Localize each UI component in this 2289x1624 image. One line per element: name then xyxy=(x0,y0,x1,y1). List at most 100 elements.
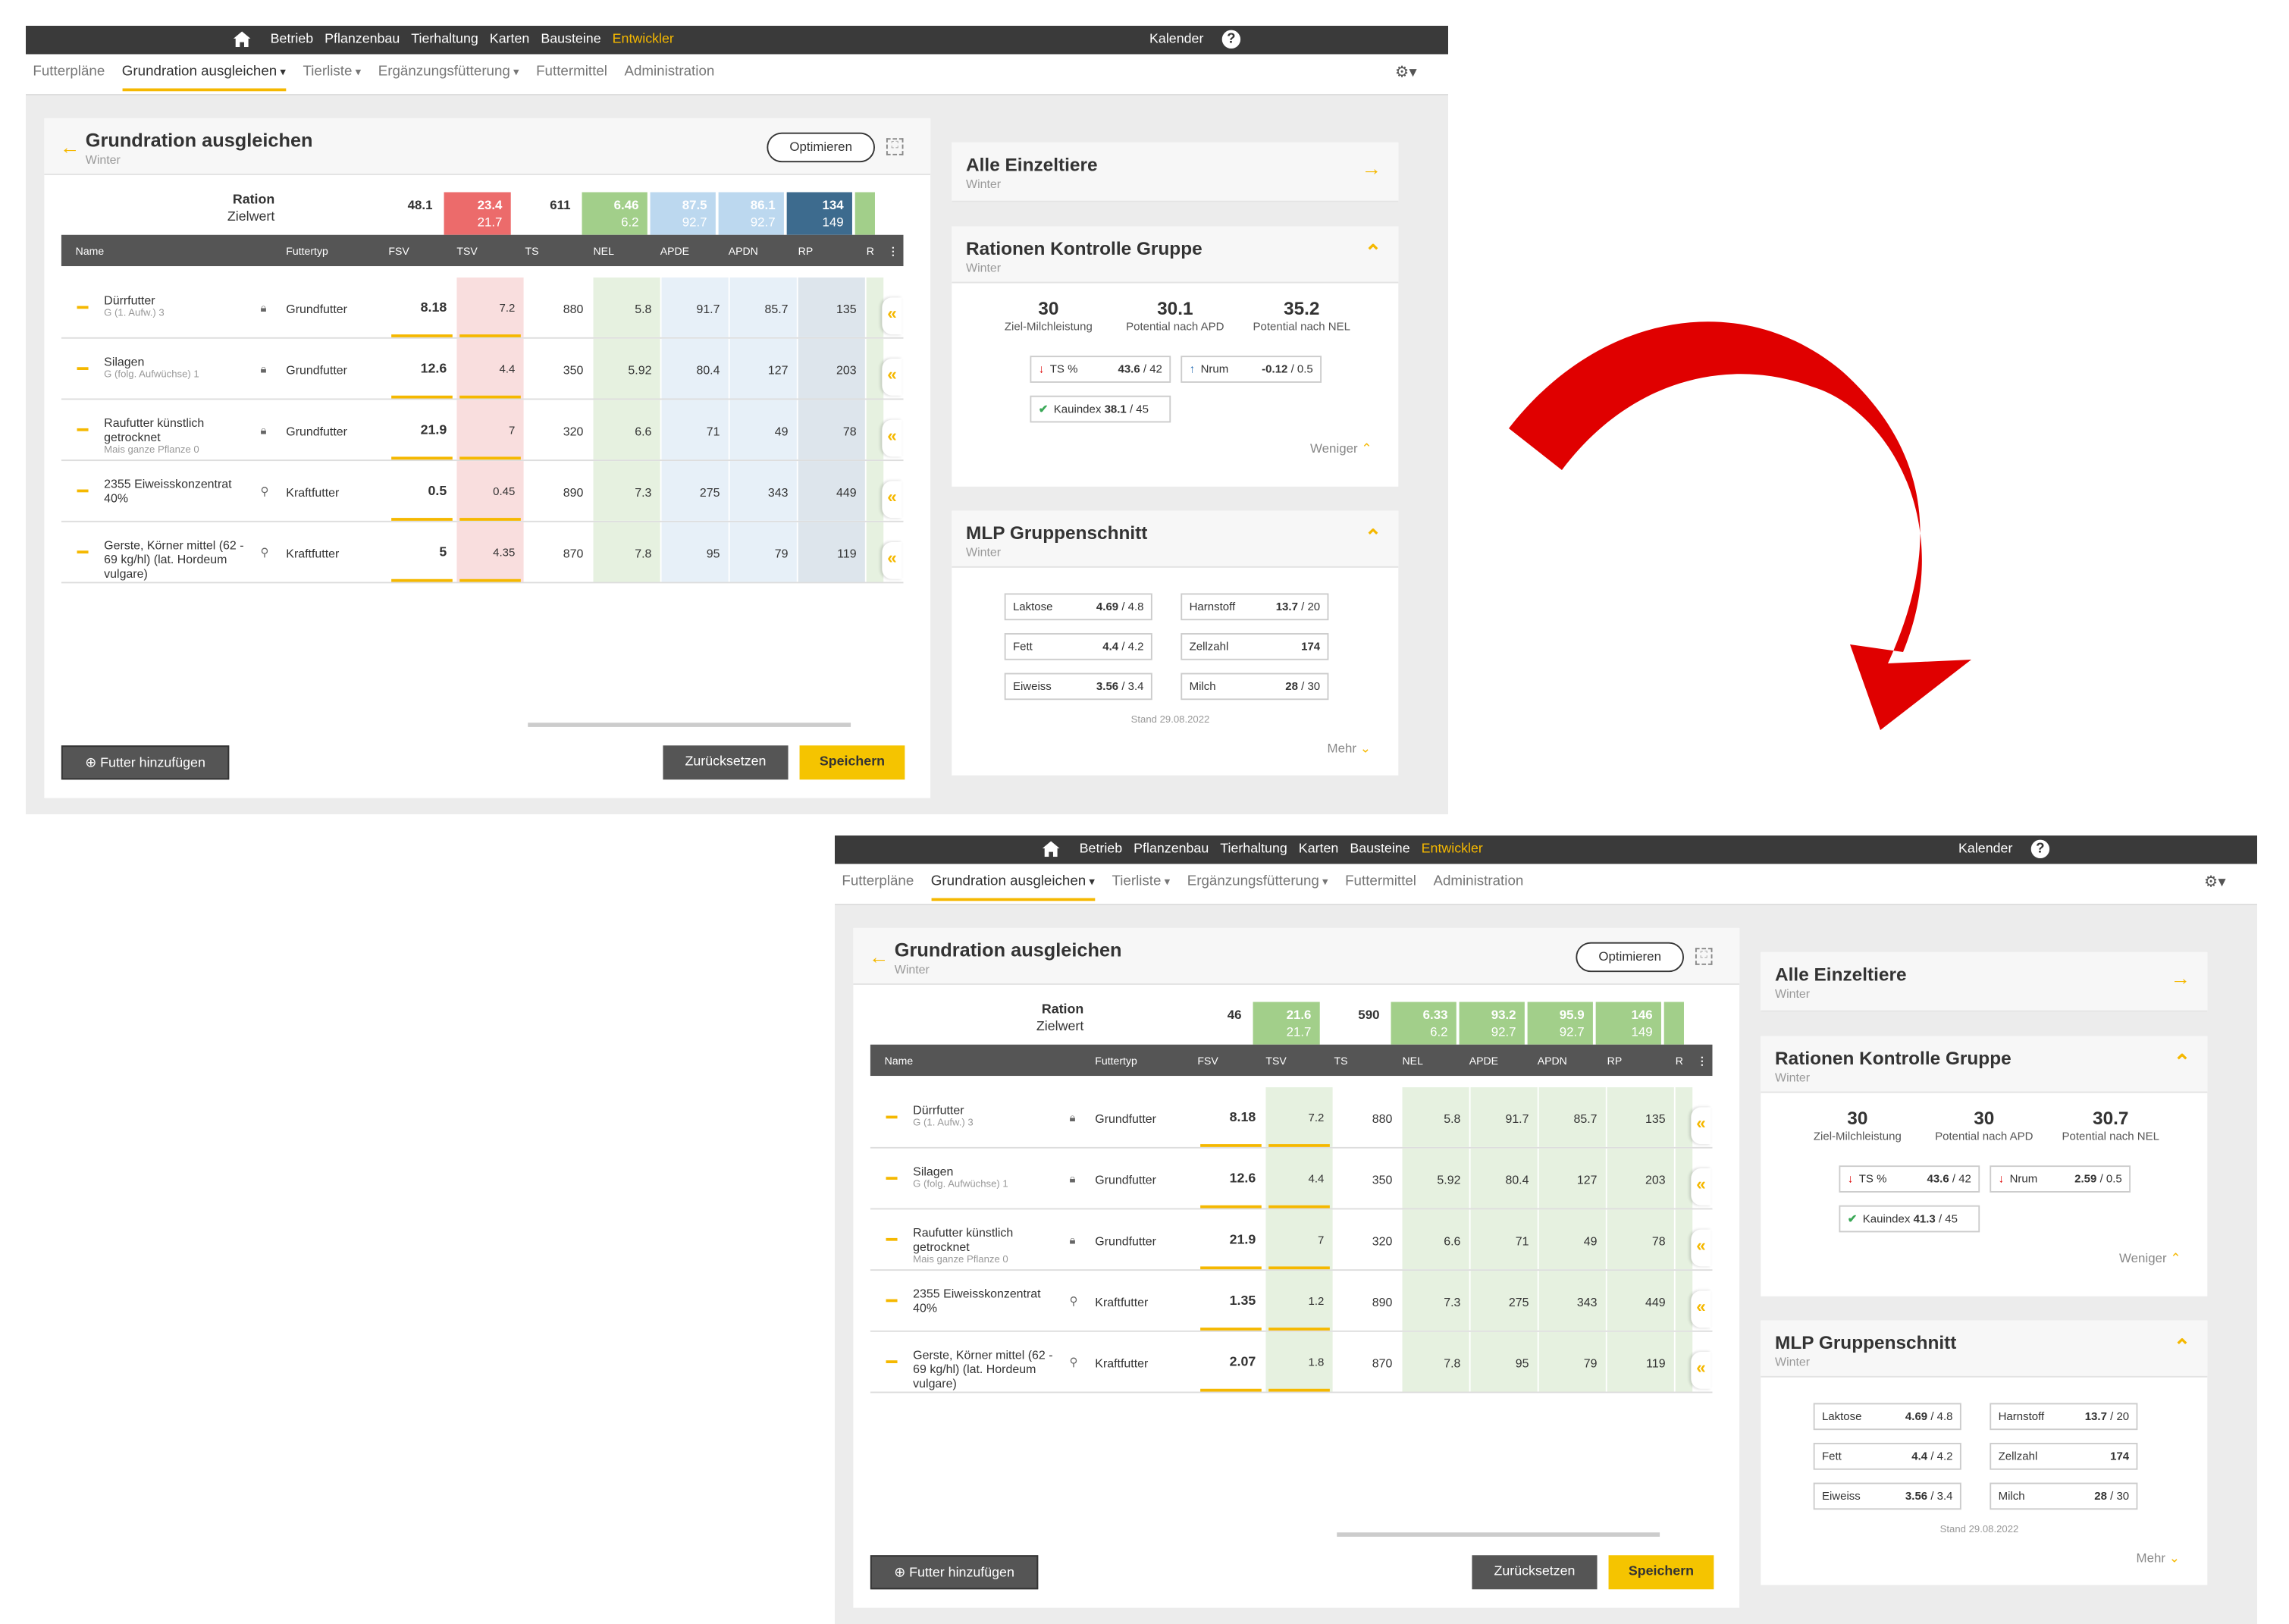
drag-handle-icon[interactable] xyxy=(886,1299,898,1303)
col-fsv[interactable]: FSV xyxy=(388,245,409,258)
add-feed-button[interactable]: ⊕ Futter hinzufügen xyxy=(61,745,230,780)
fsv-value[interactable]: 21.9 xyxy=(1197,1232,1256,1248)
nav-entwickler[interactable]: Entwickler xyxy=(1422,842,1483,857)
chevron-double-left-icon[interactable]: « xyxy=(1691,1168,1711,1205)
tab-ergaenzung[interactable]: Ergänzungsfütterung xyxy=(378,64,519,92)
drag-handle-icon[interactable] xyxy=(77,306,89,309)
tsv-value[interactable]: 4.4 xyxy=(1265,1173,1324,1186)
drag-handle-icon[interactable] xyxy=(77,367,89,370)
col-apdn[interactable]: APDN xyxy=(729,245,758,258)
gear-icon[interactable]: ⚙▾ xyxy=(2204,873,2226,892)
col-tsv[interactable]: TSV xyxy=(1265,1055,1286,1068)
help-icon[interactable]: ? xyxy=(2030,839,2050,859)
expand-icon[interactable]: ⛶ xyxy=(1695,948,1713,965)
more-link[interactable]: Mehr ⌄ xyxy=(2137,1551,2180,1567)
tab-grundration[interactable]: Grundration ausgleichen xyxy=(930,874,1095,901)
chevron-double-left-icon[interactable]: « xyxy=(1691,1290,1711,1328)
chevron-double-left-icon[interactable]: « xyxy=(1691,1229,1711,1267)
table-row[interactable]: Raufutter künstlich getrocknet Mais ganze… xyxy=(61,400,904,462)
drag-handle-icon[interactable] xyxy=(77,550,89,553)
fsv-value[interactable]: 0.5 xyxy=(388,484,447,500)
fsv-value[interactable]: 1.35 xyxy=(1197,1293,1256,1309)
tab-tierliste[interactable]: Tierliste xyxy=(1112,874,1170,901)
back-arrow-icon[interactable]: ← xyxy=(869,945,889,967)
tab-futterplaene[interactable]: Futterpläne xyxy=(842,874,914,901)
nav-karten[interactable]: Karten xyxy=(1299,842,1339,857)
chevron-double-left-icon[interactable]: « xyxy=(882,297,902,335)
nav-kalender[interactable]: Kalender xyxy=(1958,842,2012,857)
gear-icon[interactable]: ⚙▾ xyxy=(1395,63,1417,82)
col-ts[interactable]: TS xyxy=(1334,1055,1347,1068)
drag-handle-icon[interactable] xyxy=(886,1115,898,1119)
col-fsv[interactable]: FSV xyxy=(1197,1055,1218,1068)
chevron-up-icon[interactable]: ⌃ xyxy=(1365,525,1381,549)
reset-button[interactable]: Zurücksetzen xyxy=(1472,1555,1598,1590)
drag-handle-icon[interactable] xyxy=(886,1237,898,1241)
table-row[interactable]: Dürrfutter G (1. Aufw.) 3 🔒︎ Grundfutter 8.1… xyxy=(870,1087,1713,1149)
nav-bausteine[interactable]: Bausteine xyxy=(541,32,600,48)
tsv-value[interactable]: 7.2 xyxy=(1265,1111,1324,1124)
save-button[interactable]: Speichern xyxy=(799,745,905,780)
col-futtertyp[interactable]: Futtertyp xyxy=(286,245,328,258)
col-ts[interactable]: TS xyxy=(525,245,538,258)
drag-handle-icon[interactable] xyxy=(77,489,89,493)
fsv-value[interactable]: 12.6 xyxy=(388,362,447,378)
table-row[interactable]: 2355 Eiweisskonzentrat 40% ⚲ Kraftfutter 1.… xyxy=(870,1271,1713,1332)
card-alle-einzeltiere[interactable]: Alle Einzeltiere Winter → xyxy=(952,142,1399,202)
arrow-right-icon[interactable]: → xyxy=(1362,157,1381,180)
table-row[interactable]: Silagen G (folg. Aufwüchse) 1 🔒︎ Grundfutte… xyxy=(61,338,904,400)
table-row[interactable]: Silagen G (folg. Aufwüchse) 1 🔒︎ Grundfutte… xyxy=(870,1148,1713,1210)
card-alle-einzeltiere[interactable]: Alle Einzeltiere Winter → xyxy=(1761,952,2208,1012)
less-link[interactable]: Weniger ⌃ xyxy=(1310,441,1372,457)
nav-karten[interactable]: Karten xyxy=(490,32,530,48)
nav-pflanzenbau[interactable]: Pflanzenbau xyxy=(1134,842,1209,857)
nav-kalender[interactable]: Kalender xyxy=(1149,32,1203,48)
chevron-double-left-icon[interactable]: « xyxy=(882,541,902,579)
more-link[interactable]: Mehr ⌄ xyxy=(1328,741,1371,757)
save-button[interactable]: Speichern xyxy=(1608,1555,1714,1590)
table-row[interactable]: Gerste, Körner mittel (62 - 69 kg/hl) (l… xyxy=(61,522,904,584)
table-scrollbar[interactable] xyxy=(528,723,851,727)
tsv-value[interactable]: 0.45 xyxy=(456,485,515,498)
drag-handle-icon[interactable] xyxy=(886,1177,898,1180)
chevron-double-left-icon[interactable]: « xyxy=(882,419,902,457)
tsv-value[interactable]: 7 xyxy=(1265,1234,1324,1246)
tsv-value[interactable]: 4.35 xyxy=(456,547,515,560)
nav-tierhaltung[interactable]: Tierhaltung xyxy=(411,32,478,48)
optimize-button[interactable]: Optimieren xyxy=(1576,942,1684,973)
home-icon[interactable] xyxy=(1042,841,1060,857)
arrow-right-icon[interactable]: → xyxy=(2171,967,2190,989)
optimize-button[interactable]: Optimieren xyxy=(767,132,875,163)
help-icon[interactable]: ? xyxy=(1221,30,1241,49)
col-futtertyp[interactable]: Futtertyp xyxy=(1095,1055,1137,1068)
tsv-value[interactable]: 1.8 xyxy=(1265,1356,1324,1369)
tab-grundration[interactable]: Grundration ausgleichen xyxy=(121,64,286,92)
fsv-value[interactable]: 12.6 xyxy=(1197,1171,1256,1187)
table-row[interactable]: Dürrfutter G (1. Aufw.) 3 🔒︎ Grundfutter 8.1… xyxy=(61,277,904,339)
col-r[interactable]: R xyxy=(867,245,874,258)
tab-futtermittel[interactable]: Futtermittel xyxy=(536,64,607,92)
chevron-double-left-icon[interactable]: « xyxy=(882,481,902,519)
tsv-value[interactable]: 7.2 xyxy=(456,302,515,315)
col-rp[interactable]: RP xyxy=(798,245,814,258)
tsv-value[interactable]: 1.2 xyxy=(1265,1295,1324,1308)
nav-entwickler[interactable]: Entwickler xyxy=(613,32,674,48)
column-menu-icon[interactable]: ⋮ xyxy=(1697,1055,1707,1068)
col-apdn[interactable]: APDN xyxy=(1538,1055,1567,1068)
tab-ergaenzung[interactable]: Ergänzungsfütterung xyxy=(1187,874,1328,901)
tab-administration[interactable]: Administration xyxy=(1433,874,1523,901)
tab-tierliste[interactable]: Tierliste xyxy=(303,64,361,92)
nav-tierhaltung[interactable]: Tierhaltung xyxy=(1220,842,1287,857)
tab-futtermittel[interactable]: Futtermittel xyxy=(1345,874,1416,901)
chevron-up-icon[interactable]: ⌃ xyxy=(1365,240,1381,265)
col-name[interactable]: Name xyxy=(885,1055,914,1068)
chevron-double-left-icon[interactable]: « xyxy=(882,358,902,396)
tab-futterplaene[interactable]: Futterpläne xyxy=(33,64,105,92)
home-icon[interactable] xyxy=(233,31,251,48)
less-link[interactable]: Weniger ⌃ xyxy=(2119,1251,2181,1267)
table-scrollbar[interactable] xyxy=(1337,1532,1660,1537)
column-menu-icon[interactable]: ⋮ xyxy=(888,245,898,258)
nav-bausteine[interactable]: Bausteine xyxy=(1350,842,1409,857)
col-nel[interactable]: NEL xyxy=(594,245,614,258)
tab-administration[interactable]: Administration xyxy=(624,64,714,92)
